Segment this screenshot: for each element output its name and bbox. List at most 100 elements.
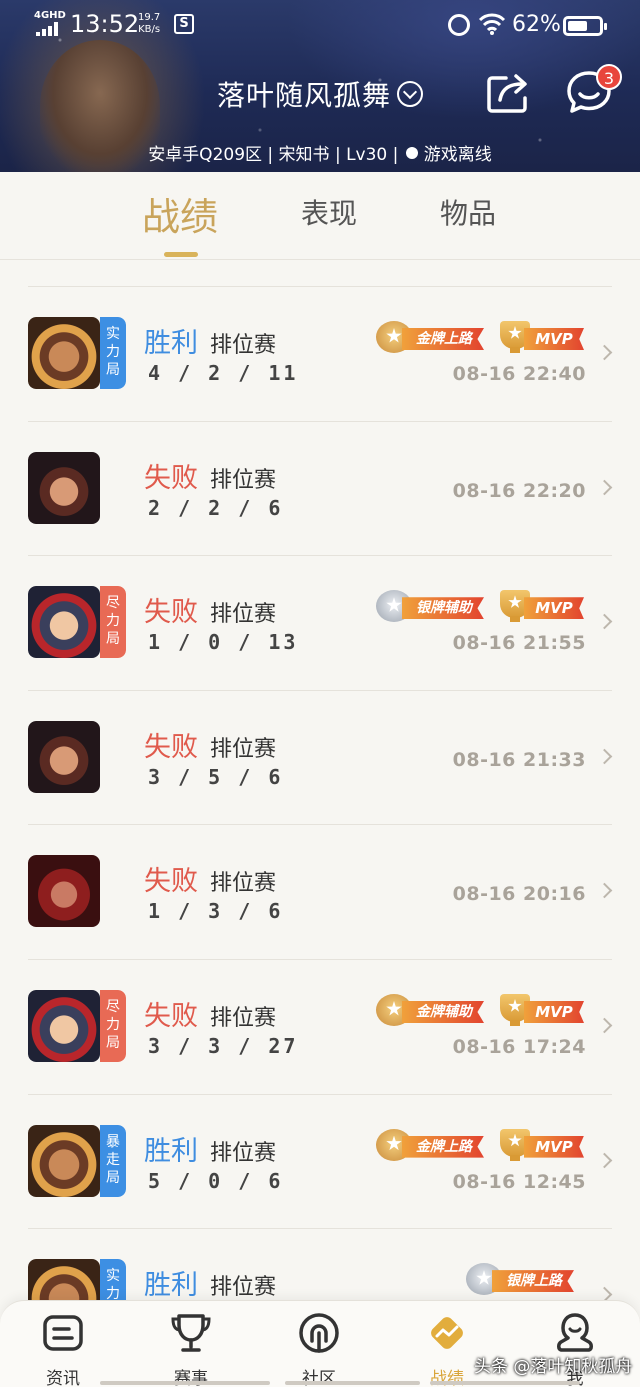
nav-events[interactable]: 赛事 (146, 1311, 236, 1387)
hero-portrait (28, 1124, 100, 1197)
online-status: 游戏离线 (423, 145, 492, 165)
network-speed-unit: KB/s (138, 24, 161, 35)
offline-status-dot (405, 147, 418, 159)
watermark: 头条 @落叶知秋孤舟 (474, 1357, 633, 1377)
player-info: 安卓手Q209区 | 宋知书 | Lv30 | 游戏离线 (0, 140, 640, 165)
mvp-badge: MVP (500, 993, 586, 1026)
match-mode: 排位赛 (210, 1275, 277, 1301)
clock: 13:52 (70, 10, 140, 38)
alarm-icon (448, 14, 470, 36)
player-name: 落叶随风孤舞 (216, 79, 391, 112)
match-result: 失败 (144, 1000, 198, 1032)
profile-header: 4GHD 13:52 19.7 KB/s S 62% 落叶随风孤舞 3 安卓手Q… (0, 0, 640, 172)
battery-fill (568, 21, 587, 31)
match-result: 失败 (144, 462, 198, 494)
match-row[interactable]: 失败 排位赛 2 / 2 / 6 08-16 22:20 (28, 420, 613, 556)
mvp-badge: MVP (500, 321, 586, 353)
battery-percent: 62% (512, 12, 561, 37)
hero-avatar: 尽力局 (28, 586, 126, 659)
chevron-right-icon (596, 883, 613, 899)
mvp-label: MVP (524, 1135, 584, 1158)
match-row[interactable]: 尽力局 失败 排位赛 1 / 0 / 13 银牌辅助 MVP 08-16 21:55 (28, 555, 613, 690)
gesture-bar-right (430, 1381, 580, 1385)
hero-avatar (28, 451, 126, 524)
notification-badge: 3 (596, 64, 622, 90)
mvp-label: MVP (524, 1000, 584, 1023)
match-mode: 排位赛 (210, 333, 277, 358)
hero-avatar: 实力局 (28, 317, 126, 389)
tab-bar: 战绩 表现 物品 (0, 172, 640, 260)
chevron-right-icon (596, 748, 613, 765)
news-icon (43, 1315, 83, 1351)
match-time: 08-16 21:55 (452, 632, 586, 655)
match-quality-tag: 实力局 (100, 317, 126, 389)
chevron-right-icon (596, 344, 613, 361)
match-time: 08-16 21:33 (452, 748, 586, 771)
mvp-badge: MVP (500, 590, 586, 623)
nav-news-label: 资讯 (46, 1369, 80, 1387)
player-meta: 安卓手Q209区 | 宋知书 | Lv30 | (148, 145, 399, 165)
kda: 3 / 3 / 27 (148, 1033, 299, 1058)
signal-icon (36, 22, 58, 36)
match-time: 08-16 17:24 (452, 1035, 586, 1058)
match-row[interactable]: 实力局 胜利 排位赛 4 / 2 / 11 金牌上路 MVP 08-16 22:40 (28, 286, 613, 421)
match-result: 胜利 (144, 1270, 198, 1302)
match-mode: 排位赛 (210, 871, 277, 897)
hero-portrait (28, 855, 100, 928)
share-icon[interactable] (486, 72, 532, 114)
match-quality-tag: 尽力局 (100, 989, 126, 1062)
nav-community[interactable]: 社区 (274, 1311, 364, 1387)
match-row[interactable]: 失败 排位赛 1 / 3 / 6 08-16 20:16 (28, 824, 613, 959)
match-quality-tag: 暴走局 (100, 1124, 126, 1197)
record-icon (431, 1317, 463, 1349)
chevron-right-icon (596, 1017, 613, 1034)
profile-icon (557, 1313, 593, 1352)
match-mode: 排位赛 (210, 602, 277, 628)
hero-avatar: 暴走局 (28, 1124, 126, 1197)
match-result: 失败 (144, 731, 198, 763)
kda: 1 / 0 / 13 (148, 630, 299, 655)
network-type: 4GHD (34, 10, 66, 21)
hero-portrait (28, 451, 100, 524)
match-time: 08-16 22:40 (452, 363, 586, 385)
gesture-bar-left (100, 1381, 270, 1385)
match-mode: 排位赛 (210, 467, 277, 493)
hero-avatar (28, 720, 126, 793)
hero-portrait (28, 317, 100, 389)
player-name-selector[interactable]: 落叶随风孤舞 (0, 74, 640, 114)
chevron-right-icon (596, 479, 613, 495)
wifi-icon (478, 13, 506, 35)
chevron-down-icon (397, 81, 423, 107)
mvp-badge: MVP (500, 1128, 586, 1161)
match-time: 08-16 12:45 (452, 1170, 586, 1193)
nav-news[interactable]: 资讯 (18, 1311, 108, 1387)
match-time: 08-16 22:20 (452, 479, 586, 502)
medal-label: 银牌辅助 (402, 597, 484, 620)
match-row[interactable]: 暴走局 胜利 排位赛 5 / 0 / 6 金牌上路 MVP 08-16 12:45 (28, 1093, 613, 1229)
battery-icon (563, 16, 607, 36)
match-result: 胜利 (144, 1135, 198, 1167)
hero-portrait (28, 586, 100, 659)
match-quality-tag: 尽力局 (100, 586, 126, 659)
hero-portrait (28, 989, 100, 1062)
tab-items[interactable]: 物品 (440, 192, 496, 232)
match-time: 08-16 20:16 (452, 883, 586, 906)
medal-label: 金牌上路 (402, 1135, 484, 1158)
mvp-label: MVP (524, 597, 584, 620)
kda: 5 / 0 / 6 (148, 1168, 284, 1193)
match-row[interactable]: 尽力局 失败 排位赛 3 / 3 / 27 金牌辅助 MVP 08-16 17:24 (28, 958, 613, 1094)
mvp-label: MVP (524, 328, 584, 350)
medal-label: 金牌辅助 (402, 1000, 484, 1023)
medal-label: 银牌上路 (492, 1270, 574, 1293)
tab-record[interactable]: 战绩 (142, 186, 218, 241)
match-result: 失败 (144, 866, 198, 898)
kda: 4 / 2 / 11 (148, 361, 299, 385)
gesture-bar-middle (285, 1381, 420, 1385)
chevron-right-icon (596, 613, 613, 630)
community-icon (299, 1313, 339, 1353)
kda: 2 / 2 / 6 (148, 495, 284, 520)
tab-performance[interactable]: 表现 (301, 192, 357, 232)
status-bar: 4GHD 13:52 19.7 KB/s S 62% (0, 0, 640, 50)
match-mode: 排位赛 (210, 736, 277, 762)
match-row[interactable]: 失败 排位赛 3 / 5 / 6 08-16 21:33 (28, 689, 613, 825)
